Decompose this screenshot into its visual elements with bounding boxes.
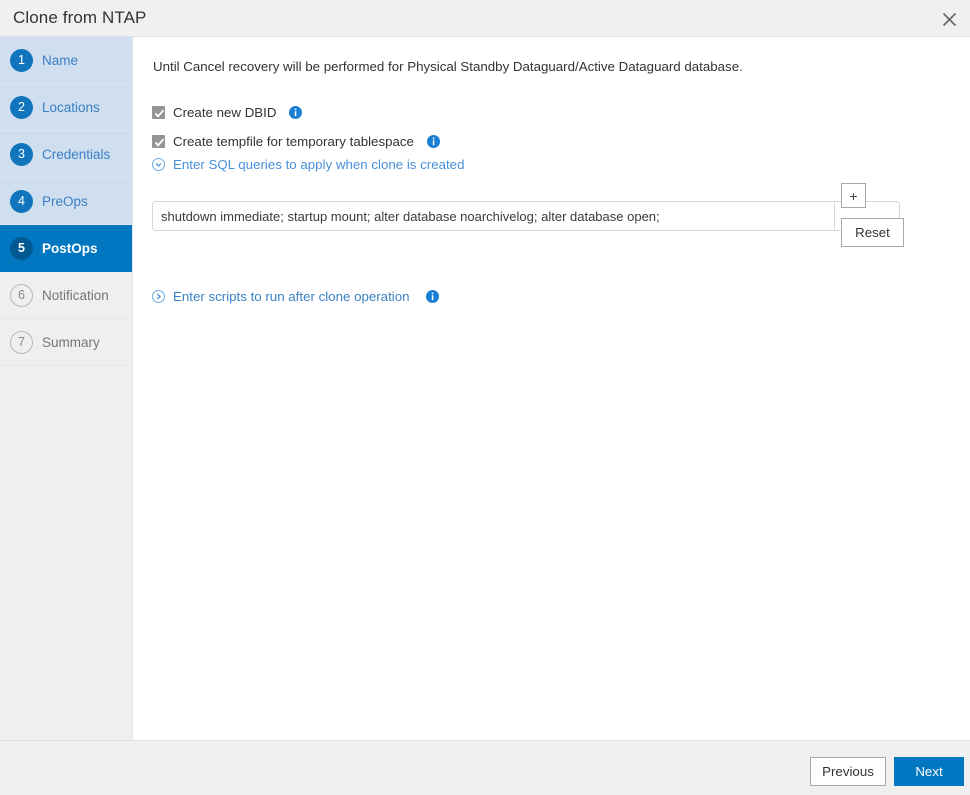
postops-panel: Until Cancel recovery will be performed … bbox=[132, 37, 970, 740]
sidebar-item-credentials[interactable]: 3 Credentials bbox=[0, 131, 132, 178]
dialog-header: Clone from NTAP bbox=[0, 0, 970, 37]
sidebar-item-label: PreOps bbox=[42, 193, 88, 209]
sidebar-item-label: Notification bbox=[42, 287, 109, 303]
sidebar-item-label: Locations bbox=[42, 99, 100, 115]
sidebar-item-postops[interactable]: 5 PostOps bbox=[0, 225, 132, 272]
sidebar-item-name[interactable]: 1 Name bbox=[0, 37, 132, 84]
clone-from-ntap-dialog: Clone from NTAP 1 Name 2 Locations 3 Cre… bbox=[0, 0, 970, 795]
sidebar-item-label: Credentials bbox=[42, 146, 111, 162]
sidebar-item-notification[interactable]: 6 Notification bbox=[0, 272, 132, 319]
sidebar-item-summary[interactable]: 7 Summary bbox=[0, 319, 132, 366]
wizard-steps-sidebar: 1 Name 2 Locations 3 Credentials 4 PreOp… bbox=[0, 37, 132, 740]
create-new-dbid-label: Create new DBID bbox=[173, 104, 277, 120]
intro-text: Until Cancel recovery will be performed … bbox=[153, 59, 743, 74]
sql-queries-expander-label: Enter SQL queries to apply when clone is… bbox=[173, 157, 465, 172]
scripts-expander-label: Enter scripts to run after clone operati… bbox=[173, 289, 410, 304]
close-icon[interactable] bbox=[934, 4, 964, 34]
add-sql-query-button[interactable]: + bbox=[841, 183, 866, 208]
info-icon[interactable] bbox=[425, 290, 439, 303]
create-tempfile-checkbox[interactable] bbox=[152, 134, 165, 148]
dialog-title: Clone from NTAP bbox=[13, 8, 147, 27]
next-button[interactable]: Next bbox=[894, 757, 964, 786]
previous-button[interactable]: Previous bbox=[810, 757, 886, 786]
create-tempfile-row: Create tempfile for temporary tablespace bbox=[152, 132, 440, 150]
chevron-right-circle-icon bbox=[152, 290, 165, 303]
step-number-badge: 4 bbox=[10, 189, 33, 213]
create-new-dbid-row: Create new DBID bbox=[152, 103, 303, 121]
step-number-badge: 1 bbox=[10, 48, 33, 72]
sidebar-item-label: PostOps bbox=[42, 240, 98, 256]
sql-query-input-wrapper bbox=[152, 201, 834, 231]
step-number-badge: 5 bbox=[10, 236, 33, 260]
create-tempfile-label: Create tempfile for temporary tablespace bbox=[173, 133, 414, 149]
step-number-badge: 7 bbox=[10, 330, 33, 354]
chevron-down-circle-icon bbox=[152, 158, 165, 171]
sidebar-item-label: Summary bbox=[42, 334, 100, 350]
sidebar-item-locations[interactable]: 2 Locations bbox=[0, 84, 132, 131]
sql-queries-expander[interactable]: Enter SQL queries to apply when clone is… bbox=[152, 157, 464, 172]
info-icon[interactable] bbox=[426, 134, 440, 148]
scripts-expander[interactable]: Enter scripts to run after clone operati… bbox=[152, 289, 439, 304]
info-icon[interactable] bbox=[289, 105, 303, 119]
create-new-dbid-checkbox[interactable] bbox=[152, 105, 165, 119]
sql-query-row bbox=[152, 201, 917, 231]
step-number-badge: 2 bbox=[10, 95, 33, 119]
sidebar-item-preops[interactable]: 4 PreOps bbox=[0, 178, 132, 225]
step-number-badge: 6 bbox=[10, 283, 33, 307]
dialog-footer: Previous Next bbox=[0, 740, 970, 795]
sidebar-item-label: Name bbox=[42, 52, 79, 68]
step-number-badge: 3 bbox=[10, 142, 33, 166]
reset-sql-queries-button[interactable]: Reset bbox=[841, 218, 904, 247]
sql-query-input[interactable] bbox=[153, 202, 834, 230]
